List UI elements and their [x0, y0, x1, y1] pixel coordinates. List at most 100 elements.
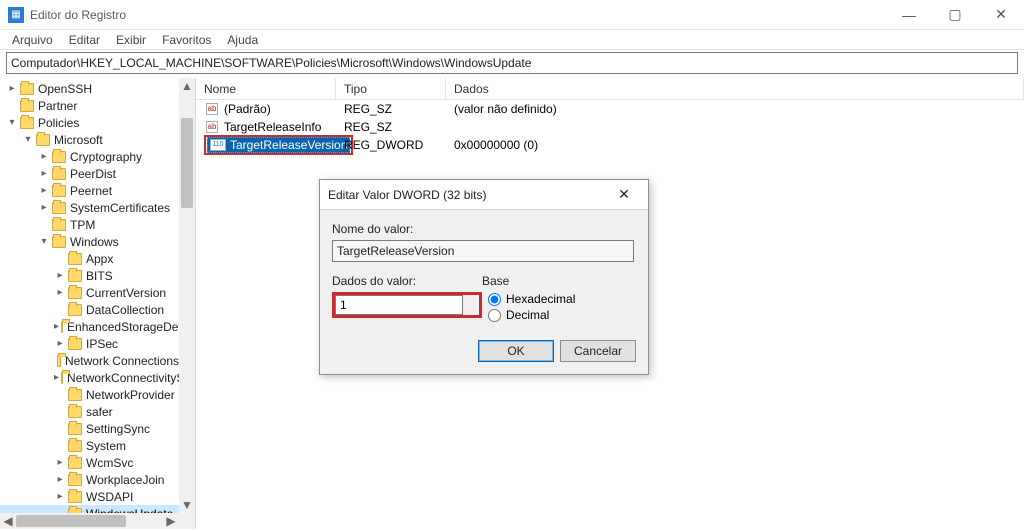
tree-item[interactable]: ▸SystemCertificates — [0, 199, 179, 216]
menu-view[interactable]: Exibir — [108, 31, 154, 49]
maximize-button[interactable]: ▢ — [932, 0, 978, 30]
radio-dec[interactable]: Decimal — [488, 308, 636, 322]
tree-item[interactable]: ▸WorkplaceJoin — [0, 471, 179, 488]
tree-label: Network Connections — [65, 354, 179, 368]
tree-item[interactable]: ▸OpenSSH — [0, 80, 179, 97]
tree-label: safer — [86, 405, 113, 419]
scroll-left-icon[interactable]: ◀ — [0, 513, 16, 529]
tree-item[interactable]: Network Connections — [0, 352, 179, 369]
registry-tree[interactable]: ▸OpenSSHPartner▾Policies▾Microsoft▸Crypt… — [0, 78, 179, 513]
column-type[interactable]: Tipo — [336, 78, 446, 99]
chevron-right-icon[interactable]: ▸ — [54, 474, 66, 486]
cell-data: (valor não definido) — [446, 100, 1024, 118]
radio-hex[interactable]: Hexadecimal — [488, 292, 636, 306]
tree-item[interactable]: ▸IPSec — [0, 335, 179, 352]
minimize-button[interactable]: — — [886, 0, 932, 30]
tree-item[interactable]: NetworkProvider — [0, 386, 179, 403]
dialog-title-bar[interactable]: Editar Valor DWORD (32 bits) ✕ — [320, 180, 648, 210]
tree-item[interactable]: ▸ NetworkConnectivityStatus — [0, 369, 179, 386]
hscroll-thumb[interactable] — [16, 515, 126, 527]
radio-dec-input[interactable] — [488, 309, 501, 322]
radio-hex-input[interactable] — [488, 293, 501, 306]
tree-item[interactable]: ▸WSDAPI — [0, 488, 179, 505]
chevron-right-icon[interactable]: ▸ — [54, 457, 66, 469]
value-data-input[interactable] — [335, 295, 463, 315]
cell-type: REG_SZ — [336, 100, 446, 118]
chevron-down-icon[interactable]: ▾ — [22, 134, 34, 146]
menu-favorites[interactable]: Favoritos — [154, 31, 219, 49]
column-data[interactable]: Dados — [446, 78, 1024, 99]
folder-icon — [68, 440, 82, 452]
column-name[interactable]: Nome — [196, 78, 336, 99]
tree-item[interactable]: ▸PeerDist — [0, 165, 179, 182]
tree-label: WcmSvc — [86, 456, 133, 470]
tree-label: SettingSync — [86, 422, 150, 436]
cell-name: TargetReleaseVersion — [196, 136, 336, 154]
cell-name: TargetReleaseInfo — [196, 118, 336, 136]
chevron-right-icon[interactable]: ▸ — [54, 491, 66, 503]
tree-item[interactable]: DataCollection — [0, 301, 179, 318]
tree-item[interactable]: safer — [0, 403, 179, 420]
chevron-down-icon[interactable]: ▾ — [6, 117, 18, 129]
list-row[interactable]: (Padrão) REG_SZ(valor não definido) — [196, 100, 1024, 118]
tree-item[interactable]: ▸ WcmSvc — [0, 454, 179, 471]
tree-label: Microsoft — [54, 133, 103, 147]
folder-icon — [68, 270, 82, 282]
vertical-scrollbar[interactable]: ▲ ▼ — [179, 78, 195, 529]
tree-item[interactable]: SettingSync — [0, 420, 179, 437]
tree-item[interactable]: ▸CurrentVersion — [0, 284, 179, 301]
scroll-thumb[interactable] — [181, 118, 193, 208]
cancel-button[interactable]: Cancelar — [560, 340, 636, 362]
tree-item[interactable]: ▾Windows — [0, 233, 179, 250]
chevron-right-icon[interactable]: ▸ — [38, 168, 50, 180]
scroll-down-icon[interactable]: ▼ — [179, 497, 195, 513]
tree-label: DataCollection — [86, 303, 164, 317]
value-name: (Padrão) — [224, 102, 271, 116]
scroll-right-icon[interactable]: ▶ — [163, 513, 179, 529]
menu-file[interactable]: Arquivo — [4, 31, 61, 49]
chevron-right-icon[interactable]: ▸ — [54, 372, 59, 384]
address-bar[interactable]: Computador\HKEY_LOCAL_MACHINE\SOFTWARE\P… — [6, 52, 1018, 74]
tree-item[interactable]: Appx — [0, 250, 179, 267]
tree-item[interactable]: Partner — [0, 97, 179, 114]
tree-item[interactable]: ▸EnhancedStorageDevices — [0, 318, 179, 335]
tree-item[interactable]: System — [0, 437, 179, 454]
chevron-right-icon[interactable]: ▸ — [6, 83, 18, 95]
menu-edit[interactable]: Editar — [61, 31, 108, 49]
base-radio-group: Hexadecimal Decimal — [482, 292, 636, 322]
tree-item[interactable]: TPM — [0, 216, 179, 233]
chevron-right-icon[interactable]: ▸ — [38, 151, 50, 163]
chevron-right-icon[interactable]: ▸ — [38, 185, 50, 197]
chevron-right-icon[interactable]: ▸ — [54, 270, 66, 282]
value-data-label: Dados do valor: — [332, 274, 482, 288]
folder-icon — [68, 406, 82, 418]
list-row[interactable]: TargetReleaseVersionREG_DWORD0x00000000 … — [196, 136, 1024, 154]
tree-label: NetworkConnectivityStatus — [67, 371, 179, 385]
chevron-right-icon[interactable]: ▸ — [38, 202, 50, 214]
dialog-close-button[interactable]: ✕ — [608, 184, 640, 206]
horizontal-scrollbar[interactable]: ◀ ▶ — [0, 513, 179, 529]
tree-item[interactable]: ▸BITS — [0, 267, 179, 284]
list-row[interactable]: TargetReleaseInfoREG_SZ — [196, 118, 1024, 136]
chevron-down-icon[interactable]: ▾ — [38, 236, 50, 248]
chevron-right-icon[interactable]: ▸ — [54, 287, 66, 299]
folder-icon — [52, 185, 66, 197]
tree-item[interactable]: ▾Policies — [0, 114, 179, 131]
close-button[interactable]: ✕ — [978, 0, 1024, 30]
string-value-icon — [204, 120, 220, 134]
scroll-up-icon[interactable]: ▲ — [179, 78, 195, 94]
folder-icon — [68, 474, 82, 486]
ok-button[interactable]: OK — [478, 340, 554, 362]
cell-type: REG_DWORD — [336, 136, 446, 154]
value-name: TargetReleaseInfo — [224, 120, 321, 134]
cell-name: (Padrão) — [196, 100, 336, 118]
tree-item[interactable]: ▸Peernet — [0, 182, 179, 199]
value-name-input[interactable] — [332, 240, 634, 262]
chevron-right-icon[interactable]: ▸ — [54, 338, 66, 350]
tree-item[interactable]: ▾ Microsoft — [0, 131, 179, 148]
tree-item[interactable]: WindowsUpdate — [0, 505, 179, 513]
chevron-right-icon[interactable]: ▸ — [54, 321, 59, 333]
menu-help[interactable]: Ajuda — [219, 31, 266, 49]
folder-icon — [68, 253, 82, 265]
tree-item[interactable]: ▸Cryptography — [0, 148, 179, 165]
